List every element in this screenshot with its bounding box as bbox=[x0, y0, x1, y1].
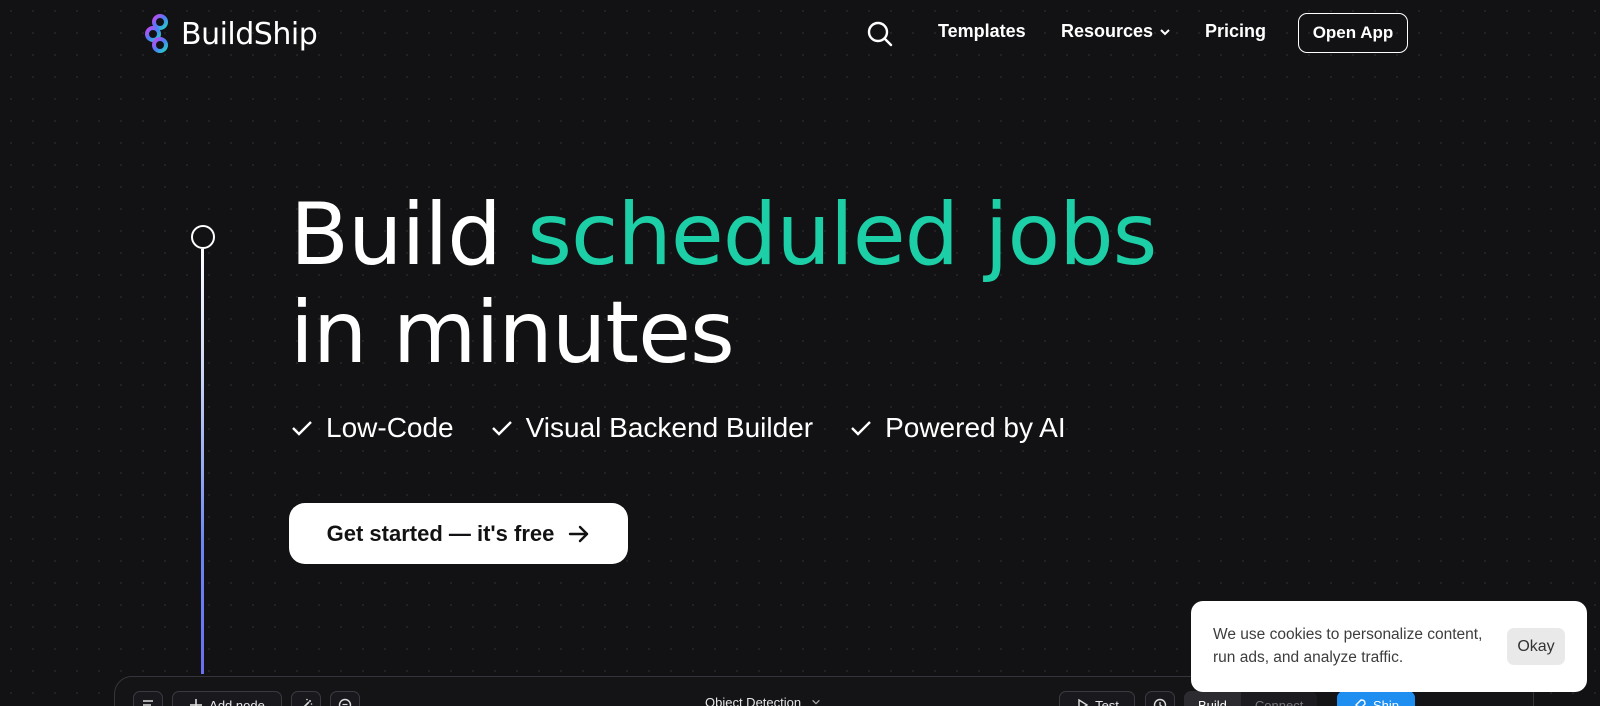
history-button[interactable] bbox=[1145, 691, 1175, 706]
top-nav: BuildShip Templates Resources Pricing Op… bbox=[0, 0, 1600, 68]
chevron-down-icon bbox=[812, 699, 820, 705]
brand-name: BuildShip bbox=[181, 16, 318, 52]
add-node-label: Add node bbox=[209, 697, 265, 706]
comment-button[interactable] bbox=[330, 691, 360, 706]
check-icon bbox=[491, 421, 512, 436]
check-icon bbox=[851, 421, 871, 436]
menu-button[interactable] bbox=[133, 691, 163, 706]
feature-label: Visual Backend Builder bbox=[525, 412, 814, 443]
tab-build[interactable]: Build bbox=[1184, 691, 1241, 706]
search-button[interactable] bbox=[866, 20, 894, 48]
brand-logo[interactable]: BuildShip bbox=[143, 13, 318, 55]
buildship-logo-icon bbox=[145, 14, 168, 53]
open-app-button[interactable]: Open App bbox=[1298, 13, 1408, 53]
feature-list: Low-Code Visual Backend Builder Powered … bbox=[290, 412, 1066, 444]
plus-icon bbox=[190, 699, 203, 706]
ship-label: Ship bbox=[1372, 697, 1400, 706]
play-icon bbox=[1078, 698, 1089, 706]
arrow-right-icon bbox=[569, 525, 589, 542]
nav-resources-dropdown[interactable]: Resources bbox=[1061, 21, 1171, 42]
test-label: Test bbox=[1095, 697, 1119, 706]
nav-resources-label: Resources bbox=[1061, 21, 1154, 41]
cookie-message: We use cookies to personalize content, r… bbox=[1213, 626, 1483, 666]
test-button[interactable]: Test bbox=[1059, 691, 1135, 706]
timeline-node bbox=[191, 225, 215, 249]
headline-line2: in minutes bbox=[290, 283, 735, 383]
nav-pricing-link[interactable]: Pricing bbox=[1205, 21, 1266, 42]
ship-button[interactable]: Ship bbox=[1337, 691, 1415, 706]
tab-connect[interactable]: Connect bbox=[1241, 691, 1317, 706]
nav-templates-link[interactable]: Templates bbox=[938, 21, 1026, 42]
magic-wand-icon bbox=[303, 698, 313, 706]
feature-label: Low-Code bbox=[326, 412, 454, 443]
add-node-button[interactable]: Add node bbox=[172, 691, 282, 706]
feature-item: Visual Backend Builder bbox=[490, 412, 813, 444]
mode-tabs: Build Connect bbox=[1184, 691, 1318, 706]
comment-icon bbox=[338, 698, 352, 706]
workflow-title-dropdown[interactable]: Object Detection bbox=[705, 695, 821, 706]
feature-item: Powered by AI bbox=[849, 412, 1066, 444]
timeline-line bbox=[201, 249, 204, 674]
ai-magic-button[interactable] bbox=[291, 691, 321, 706]
feature-label: Powered by AI bbox=[885, 412, 1066, 443]
chevron-down-icon bbox=[1160, 28, 1170, 35]
headline-prefix: Build bbox=[290, 185, 502, 285]
history-icon bbox=[1153, 698, 1167, 706]
headline-accent: scheduled jobs bbox=[527, 185, 1157, 285]
hero-headline: Build scheduled jobs in minutes bbox=[290, 185, 1157, 383]
check-icon bbox=[292, 421, 312, 436]
feature-item: Low-Code bbox=[290, 412, 454, 444]
get-started-label: Get started — it's free bbox=[326, 520, 555, 546]
rocket-icon bbox=[1354, 699, 1366, 706]
cookie-banner: We use cookies to personalize content, r… bbox=[1191, 601, 1587, 692]
search-icon bbox=[867, 21, 893, 47]
cookie-okay-button[interactable]: Okay bbox=[1507, 628, 1565, 665]
workflow-title: Object Detection bbox=[705, 695, 802, 706]
menu-icon bbox=[143, 700, 153, 706]
get-started-button[interactable]: Get started — it's free bbox=[289, 503, 628, 564]
